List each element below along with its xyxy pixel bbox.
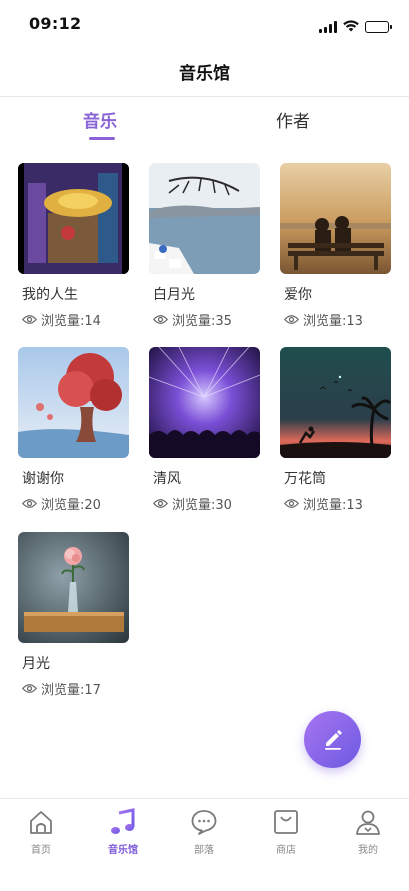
compose-fab-button[interactable] [304, 711, 361, 768]
tabbar-item-store[interactable]: 商店 [256, 807, 316, 856]
tabbar-label: 首页 [31, 845, 51, 856]
tabbar-item-music-hall[interactable]: 音乐馆 [93, 807, 153, 856]
view-count-text: 浏览量:13 [303, 314, 363, 329]
tabbar-label: 部落 [194, 845, 214, 856]
music-card[interactable]: 爱你 浏览量:13 [280, 163, 391, 329]
eye-icon [22, 314, 37, 325]
bottom-tab-bar: 首页 音乐馆 部落 商店 我的 [0, 798, 409, 891]
music-thumbnail [149, 347, 260, 458]
eye-icon [22, 683, 37, 694]
home-icon [30, 811, 52, 834]
eye-icon [284, 498, 299, 509]
music-thumbnail [280, 163, 391, 274]
user-icon [356, 810, 380, 835]
view-count-text: 浏览量:17 [41, 683, 101, 698]
music-card[interactable]: 万花筒 浏览量:13 [280, 347, 391, 513]
music-card[interactable]: 我的人生 浏览量:14 [18, 163, 129, 329]
eye-icon [153, 314, 168, 325]
tabbar-item-home[interactable]: 首页 [11, 807, 71, 856]
music-title: 万花筒 [284, 471, 326, 487]
music-card[interactable]: 谢谢你 浏览量:20 [18, 347, 129, 513]
music-thumbnail [18, 163, 129, 274]
cellular-signal-icon [319, 20, 337, 33]
page-title: 音乐馆 [179, 64, 230, 84]
view-count: 浏览量:35 [149, 310, 260, 329]
wifi-icon [343, 17, 359, 36]
view-count-text: 浏览量:14 [41, 314, 101, 329]
music-note-icon [111, 808, 135, 834]
view-count-text: 浏览量:35 [172, 314, 232, 329]
view-count: 浏览量:13 [280, 310, 391, 329]
tabbar-item-me[interactable]: 我的 [338, 807, 398, 856]
music-card[interactable]: 月光 浏览量:17 [18, 532, 129, 698]
edit-pencil-icon [320, 725, 346, 755]
music-title: 爱你 [284, 287, 312, 303]
shopping-bag-icon [274, 810, 298, 834]
eye-icon [22, 498, 37, 509]
status-time: 09:12 [29, 14, 82, 33]
tab-author[interactable]: 作者 [276, 107, 310, 132]
chat-bubble-icon [191, 810, 217, 835]
tab-music[interactable]: 音乐 [83, 107, 117, 132]
view-count-text: 浏览量:13 [303, 498, 363, 513]
music-title: 谢谢你 [22, 471, 64, 487]
music-title: 月光 [22, 656, 50, 672]
music-card[interactable]: 清风 浏览量:30 [149, 347, 260, 513]
tabbar-label: 商店 [276, 845, 296, 856]
status-bar: 09:12 [0, 0, 409, 48]
category-tabs: 音乐 作者 [0, 104, 409, 144]
music-thumbnail [18, 347, 129, 458]
tabbar-label: 音乐馆 [108, 845, 138, 856]
eye-icon [153, 498, 168, 509]
nav-divider [0, 96, 409, 97]
tabbar-item-tribe[interactable]: 部落 [174, 807, 234, 856]
eye-icon [284, 314, 299, 325]
status-icons [319, 17, 392, 36]
music-title: 清风 [153, 471, 181, 487]
view-count: 浏览量:17 [18, 679, 129, 698]
battery-icon [365, 20, 392, 33]
tabbar-label: 我的 [358, 845, 378, 856]
view-count: 浏览量:30 [149, 494, 260, 513]
music-thumbnail [149, 163, 260, 274]
view-count: 浏览量:13 [280, 494, 391, 513]
music-card[interactable]: 白月光 浏览量:35 [149, 163, 260, 329]
music-title: 我的人生 [22, 287, 78, 303]
view-count-text: 浏览量:20 [41, 498, 101, 513]
music-thumbnail [280, 347, 391, 458]
view-count: 浏览量:14 [18, 310, 129, 329]
view-count-text: 浏览量:30 [172, 498, 232, 513]
music-thumbnail [18, 532, 129, 643]
active-tab-indicator [89, 137, 115, 140]
view-count: 浏览量:20 [18, 494, 129, 513]
music-title: 白月光 [153, 287, 195, 303]
